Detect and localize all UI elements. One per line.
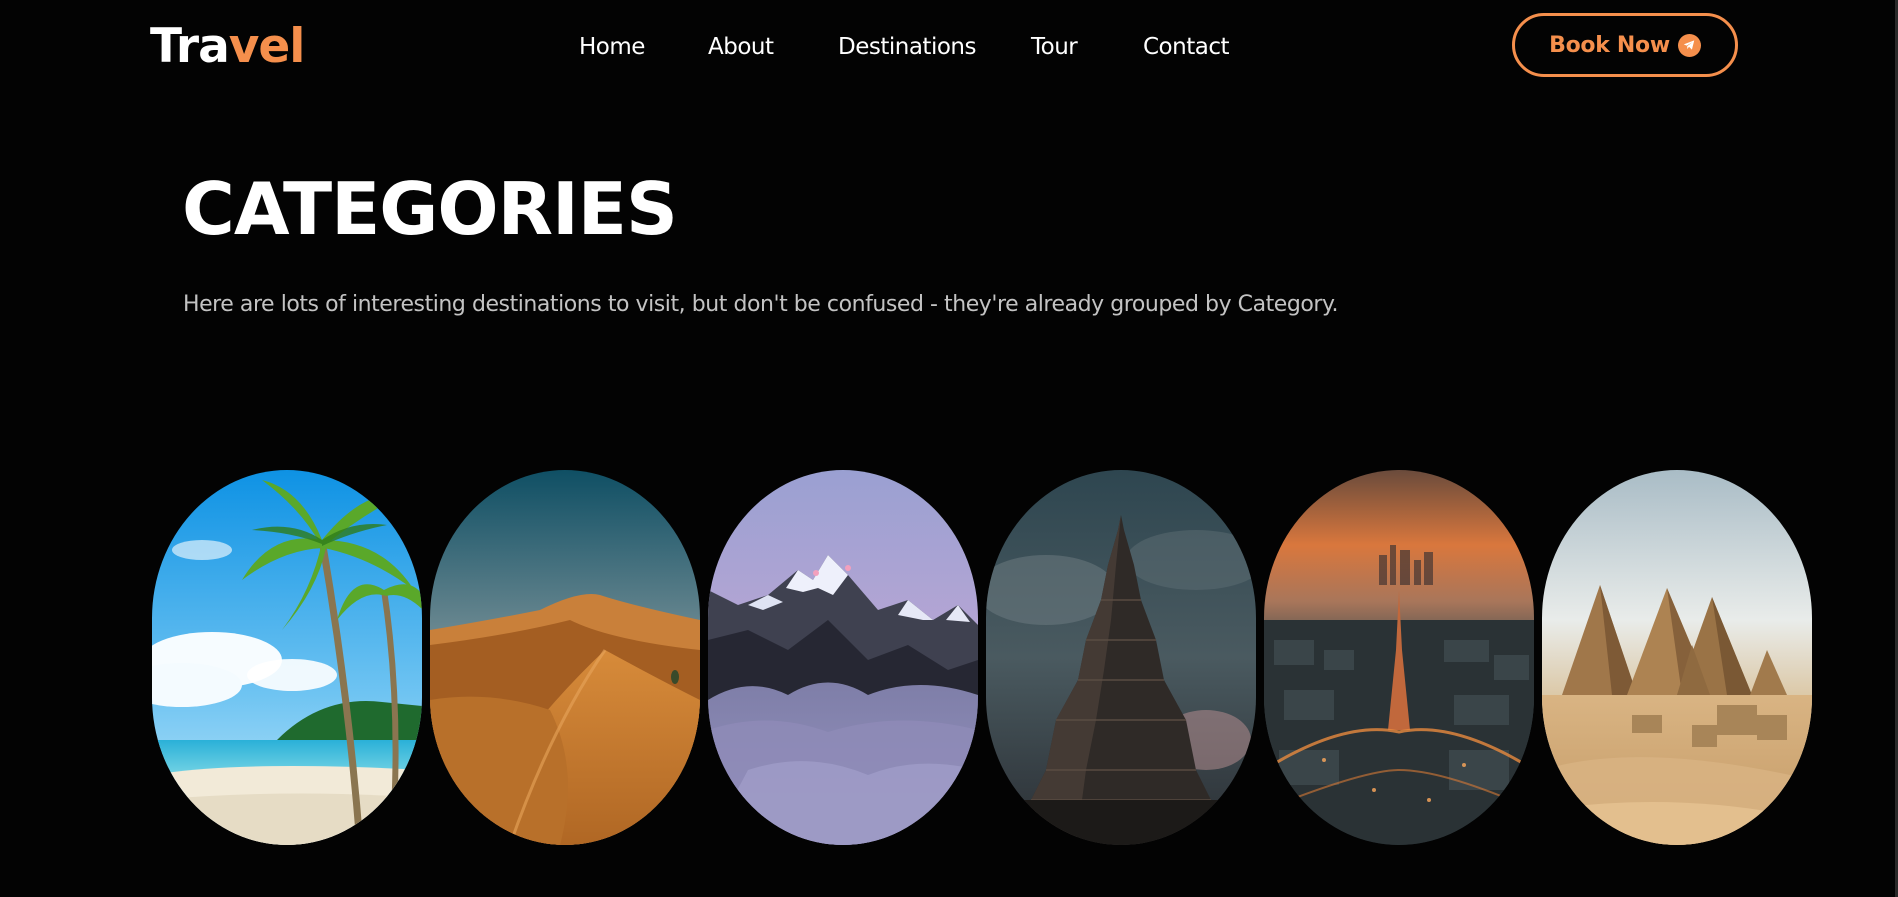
nav-contact[interactable]: Contact [1143,30,1229,64]
category-card-desert[interactable] [430,470,700,845]
page-subtitle: Here are lots of interesting destination… [183,292,1338,317]
send-icon [1677,33,1701,57]
page-title: CATEGORIES [182,167,678,251]
desert-dunes-image [430,470,700,845]
category-card-temple[interactable] [986,470,1256,845]
book-now-label: Book Now [1549,32,1670,58]
snowy-mountains-image [708,470,978,845]
nav-about[interactable]: About [708,30,774,64]
nav-destinations[interactable]: Destinations [838,30,976,64]
category-card-city[interactable] [1264,470,1534,845]
category-card-pyramids[interactable] [1542,470,1812,845]
pyramids-image [1542,470,1812,845]
ancient-temple-image [986,470,1256,845]
book-now-button[interactable]: Book Now [1512,13,1738,77]
category-card-mountains[interactable] [708,470,978,845]
nav-tour[interactable]: Tour [1031,30,1078,64]
beach-palm-image [152,470,422,845]
category-card-beach[interactable] [152,470,422,845]
nav-home[interactable]: Home [579,30,645,64]
city-tower-image [1264,470,1534,845]
